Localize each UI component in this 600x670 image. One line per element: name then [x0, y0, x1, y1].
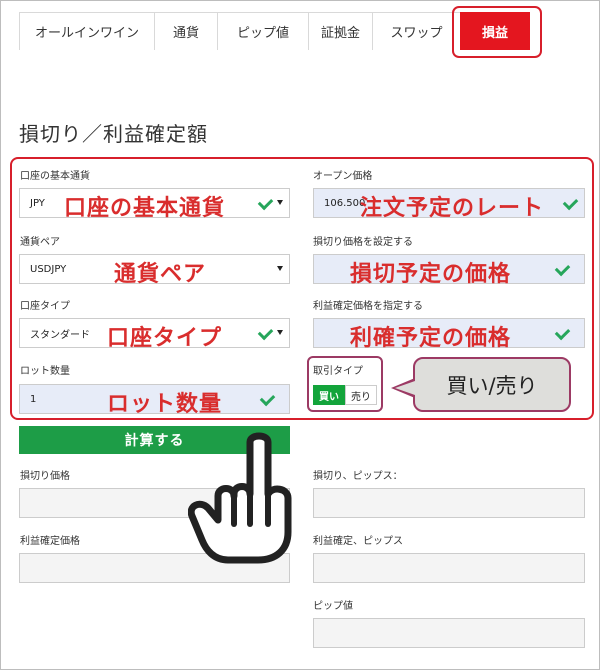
chevron-down-icon	[277, 266, 283, 271]
lots-annotation: ロット数量	[107, 392, 223, 417]
open-price-label: オープン価格	[313, 171, 373, 182]
tab-margin[interactable]: 証拠金	[308, 12, 373, 50]
stop-loss-price-label: 損切り価格を設定する	[313, 237, 413, 248]
result-stop-loss-price-label: 損切り価格	[20, 471, 70, 482]
base-currency-annotation: 口座の基本通貨	[64, 196, 226, 221]
sell-button[interactable]: 売り	[345, 385, 377, 405]
chevron-down-icon	[277, 330, 283, 335]
callout-pointer-fill	[395, 381, 415, 395]
chevron-down-icon	[277, 200, 283, 205]
check-icon	[556, 261, 570, 275]
pair-value: USDJPY	[30, 263, 67, 275]
lots-value: 1	[30, 393, 37, 405]
open-price-annotation: 注文予定のレート	[360, 196, 545, 221]
result-take-profit-pips-label: 利益確定、ピップス	[313, 536, 403, 547]
result-take-profit-pips-field	[313, 553, 585, 583]
tab-pip-value[interactable]: ピップ値	[217, 12, 309, 50]
check-icon	[259, 195, 273, 209]
result-stop-loss-pips-field	[313, 488, 585, 518]
tab-highlight-outline	[452, 6, 542, 58]
trade-type-label: 取引タイプ	[313, 366, 363, 377]
pointing-hand-icon	[188, 432, 292, 564]
tab-currency[interactable]: 通貨	[154, 12, 218, 50]
take-profit-price-annotation: 利確予定の価格	[350, 326, 512, 351]
stop-loss-price-annotation: 損切予定の価格	[350, 262, 512, 287]
lots-label: ロット数量	[20, 366, 70, 377]
buy-sell-callout: 買い/売り	[413, 357, 571, 412]
tab-all-in-one[interactable]: オールインワイン	[19, 12, 155, 50]
check-icon	[564, 195, 578, 209]
take-profit-price-label: 利益確定価格を指定する	[313, 301, 423, 312]
account-type-label: 口座タイプ	[20, 301, 70, 312]
page-title: 損切り／利益確定額	[19, 122, 208, 146]
check-icon	[261, 391, 275, 405]
result-stop-loss-pips-label: 損切り、ピップス：	[313, 471, 403, 482]
check-icon	[259, 325, 273, 339]
buy-button[interactable]: 買い	[313, 385, 345, 405]
account-type-annotation: 口座タイプ	[107, 326, 223, 351]
pair-label: 通貨ペア	[20, 237, 60, 248]
result-pip-value-field	[313, 618, 585, 648]
pair-annotation: 通貨ペア	[114, 262, 207, 287]
account-type-value: スタンダード	[30, 329, 90, 341]
base-currency-value: JPY	[30, 197, 45, 209]
result-take-profit-price-label: 利益確定価格	[20, 536, 80, 547]
tab-swap[interactable]: スワップ	[372, 12, 461, 50]
base-currency-label: 口座の基本通貨	[20, 171, 90, 182]
result-pip-value-label: ピップ値	[313, 601, 353, 612]
check-icon	[556, 325, 570, 339]
